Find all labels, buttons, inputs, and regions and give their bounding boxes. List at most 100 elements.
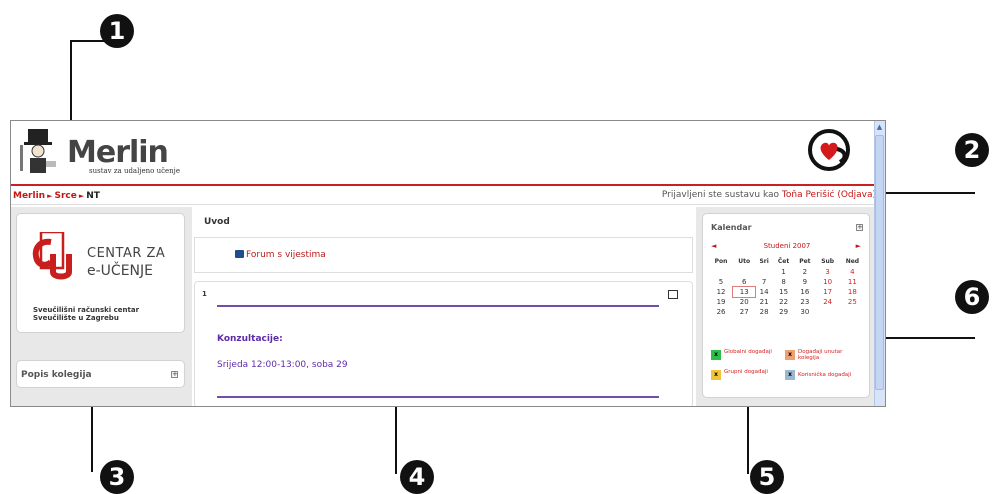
calendar-day[interactable]: 7 (755, 277, 773, 287)
calendar-day[interactable]: 10 (816, 277, 840, 287)
vertical-scrollbar[interactable]: ▲ (874, 121, 885, 406)
breadcrumb-current: NT (86, 191, 100, 201)
callout-1: 1 (100, 14, 134, 48)
breadcrumb-merlin[interactable]: Merlin (13, 191, 45, 201)
calendar-day[interactable]: 25 (840, 297, 865, 307)
calendar-legend: x Globalni događaji x Događaji unutar ko… (709, 346, 865, 388)
main-content: Uvod Forum s vijestima 1 Konzultacije: S… (194, 207, 694, 406)
calendar-block: Kalendar + Studeni 2007 ◄ ► Pon Uto Sri … (702, 213, 870, 398)
calendar-day[interactable]: 24 (816, 297, 840, 307)
browser-window: Merlin sustav za udaljeno učenje Merlin ►… (10, 120, 886, 407)
org-name-line1: Sveučilišni računski centar (33, 306, 140, 314)
consultation-title: Konzultacije: (217, 334, 283, 344)
calendar-day[interactable]: 13 (732, 286, 757, 298)
ceu-block: CENTAR ZA e-UČENJE Sveučilišni računski … (16, 213, 185, 333)
calendar-day (840, 307, 865, 317)
calendar-day[interactable]: 15 (773, 287, 794, 297)
calendar-day (755, 267, 773, 277)
calendar-day[interactable]: 6 (733, 277, 755, 287)
calendar-day[interactable]: 11 (840, 277, 865, 287)
calendar-day (733, 267, 755, 277)
legend-group-swatch-icon[interactable]: x (711, 370, 721, 380)
legend-user-label: Korisnička događaji (798, 372, 852, 378)
course-list-label: Popis kolegija (21, 370, 92, 380)
callout-1-line-h (70, 40, 108, 42)
calendar-day[interactable]: 5 (709, 277, 733, 287)
calendar-day[interactable]: 3 (816, 267, 840, 277)
calendar-day[interactable]: 4 (840, 267, 865, 277)
calendar-prev-icon[interactable]: ◄ (711, 242, 716, 250)
calendar-day[interactable]: 2 (794, 267, 815, 277)
breadcrumb-separator-icon: ► (47, 192, 53, 200)
calendar-day[interactable]: 16 (794, 287, 815, 297)
user-profile-link[interactable]: Toňa Perišić (782, 190, 835, 200)
login-prefix: Prijavljeni ste sustavu kao (661, 190, 780, 200)
calendar-next-icon[interactable]: ► (856, 242, 861, 250)
logout-link[interactable]: (Odjava) (837, 190, 876, 200)
calendar-day[interactable]: 30 (794, 307, 815, 317)
forum-icon (235, 250, 244, 258)
topic-toggle-icon[interactable] (668, 290, 678, 299)
calendar-month: Studeni 2007 (763, 242, 811, 250)
callout-6: 6 (955, 280, 989, 314)
calendar-days: 1 2 3 4 5 6 7 8 9 10 11 12 13 14 15 16 17 18 19 20 21 22 23 24 2… (709, 267, 865, 317)
calendar-day[interactable]: 8 (773, 277, 794, 287)
ceu-logo-icon (32, 232, 72, 280)
calendar-day[interactable]: 29 (773, 307, 794, 317)
calendar-week-row: 26 27 28 29 30 (709, 307, 865, 317)
calendar-day[interactable]: 14 (755, 287, 773, 297)
calendar-day[interactable]: 20 (733, 297, 755, 307)
forum-link[interactable]: Forum s vijestima (246, 250, 326, 260)
forum-section: Forum s vijestima (194, 237, 693, 273)
weekday-label: Pon (714, 258, 728, 265)
breadcrumb-separator-icon: ► (78, 192, 85, 200)
breadcrumb-srce[interactable]: Srce (54, 191, 76, 201)
callout-4-line (395, 398, 397, 474)
mascot-icon (20, 129, 56, 173)
calendar-day[interactable]: 18 (840, 287, 865, 297)
ceu-line2: e-UČENJE (87, 263, 153, 279)
calendar-day[interactable]: 21 (755, 297, 773, 307)
left-column: CENTAR ZA e-UČENJE Sveučilišni računski … (11, 207, 192, 406)
calendar-grid: Pon Uto Sri Čet Pet Sub Ned 1 2 3 4 5 6 7 8 9 10 1… (709, 256, 865, 317)
navigation-bar: Merlin ► Srce ► NT Prijavljeni ste sustavu k… (11, 187, 876, 205)
topic-number: 1 (202, 290, 207, 298)
calendar-day (709, 267, 733, 277)
callout-5-line (747, 398, 749, 474)
expand-plus-icon[interactable]: + (171, 371, 178, 378)
calendar-day[interactable]: 28 (755, 307, 773, 317)
consultation-time: Srijeda 12:00-13:00, soba 29 (217, 360, 348, 370)
calendar-day[interactable]: 27 (733, 307, 755, 317)
weekday-label: Sub (821, 258, 835, 265)
legend-user-swatch-icon[interactable]: x (785, 370, 795, 380)
callout-5: 5 (750, 460, 784, 494)
calendar-title: Kalendar (711, 223, 752, 232)
calendar-day[interactable]: 22 (773, 297, 794, 307)
callout-2: 2 (955, 133, 989, 167)
calendar-week-row: 19 20 21 22 23 24 25 (709, 297, 865, 307)
scroll-up-arrow-icon[interactable]: ▲ (875, 123, 884, 132)
calendar-day[interactable]: 12 (709, 287, 733, 297)
org-name-line2: Sveučilište u Zagrebu (33, 314, 119, 322)
calendar-day[interactable]: 9 (794, 277, 815, 287)
site-subtitle: sustav za udaljeno učenje (89, 167, 180, 175)
site-title: Merlin (67, 135, 169, 170)
login-info: Prijavljeni ste sustavu kao Toňa Perišić… (662, 190, 876, 200)
scroll-thumb[interactable] (875, 135, 884, 390)
calendar-day[interactable]: 19 (709, 297, 733, 307)
weekday-label: Pet (799, 258, 811, 265)
calendar-week-row: 5 6 7 8 9 10 11 (709, 277, 865, 287)
calendar-day (816, 307, 840, 317)
calendar-day[interactable]: 23 (794, 297, 815, 307)
calendar-expand-plus-icon[interactable]: + (856, 224, 863, 231)
calendar-day[interactable]: 1 (773, 267, 794, 277)
topic-section: 1 Konzultacije: Srijeda 12:00-13:00, sob… (194, 281, 693, 406)
weekday-label: Sri (759, 258, 769, 265)
legend-course-swatch-icon[interactable]: x (785, 350, 795, 360)
calendar-week-row: 1234 (709, 267, 865, 277)
legend-global-swatch-icon[interactable]: x (711, 350, 721, 360)
legend-course-label: Događaji unutar kolegija (798, 349, 843, 361)
calendar-day[interactable]: 17 (816, 287, 840, 297)
calendar-day[interactable]: 26 (709, 307, 733, 317)
callout-3: 3 (100, 460, 134, 494)
